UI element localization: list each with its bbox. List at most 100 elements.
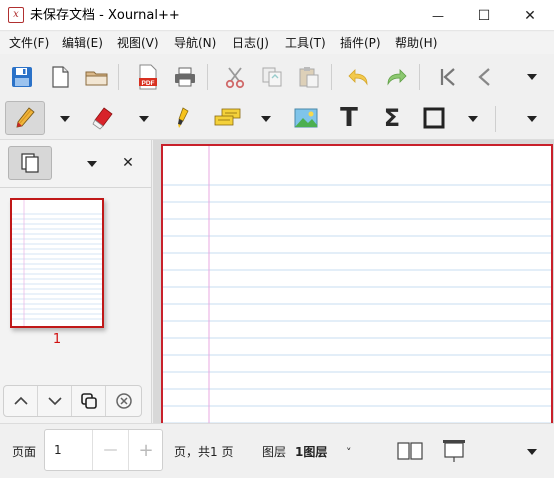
- first-page-icon: [440, 68, 455, 86]
- chevron-down-icon: [468, 116, 478, 122]
- delete-page-button[interactable]: [106, 386, 141, 416]
- presentation-mode-button[interactable]: [440, 436, 468, 466]
- cut-icon: [225, 67, 245, 89]
- close-icon: ✕: [524, 7, 536, 24]
- page-thumbnail-number: 1: [52, 332, 62, 347]
- page-label: 页面: [12, 445, 37, 459]
- new-document-icon: [52, 66, 69, 88]
- save-button[interactable]: [6, 61, 38, 93]
- pen-tool-button[interactable]: [5, 101, 45, 135]
- duplicate-icon: [80, 393, 97, 409]
- shape-tool-button[interactable]: [418, 102, 450, 134]
- document-page[interactable]: [161, 144, 553, 429]
- sidebar-header: ✕: [0, 140, 151, 188]
- main-toolbar: PDF: [0, 56, 554, 98]
- page-spinner: 1 — +: [44, 429, 163, 471]
- page-thumbnail[interactable]: [10, 198, 104, 328]
- move-page-up-button[interactable]: [4, 386, 38, 416]
- minimize-icon: —: [432, 8, 444, 23]
- chevron-down-icon: [47, 397, 62, 406]
- minus-icon: —: [103, 442, 118, 458]
- chevron-down-icon: [261, 116, 271, 122]
- maximize-icon: ☐: [477, 7, 491, 24]
- previous-page-icon: [478, 68, 490, 86]
- chevron-up-icon: [13, 396, 28, 405]
- math-tex-button[interactable]: Σ: [376, 102, 408, 134]
- export-pdf-icon: PDF: [139, 64, 157, 90]
- menu-help[interactable]: 帮助(H): [395, 32, 437, 54]
- statusbar-overflow-dropdown[interactable]: [524, 444, 540, 460]
- page-increment-button[interactable]: +: [128, 430, 163, 470]
- redo-icon: [387, 69, 407, 86]
- text-options-dropdown[interactable]: [258, 111, 274, 127]
- ruled-paper-lines: [163, 146, 551, 429]
- copy-button[interactable]: [256, 61, 288, 93]
- menu-plugins[interactable]: 插件(P): [340, 32, 381, 54]
- open-button[interactable]: [81, 61, 113, 93]
- paste-button[interactable]: [293, 61, 325, 93]
- sidebar-close-button[interactable]: ✕: [119, 154, 137, 172]
- page-number-input[interactable]: 1: [54, 443, 62, 457]
- paste-icon: [299, 67, 319, 88]
- document-canvas[interactable]: [153, 140, 554, 429]
- math-tex-icon: Σ: [383, 104, 401, 132]
- pen-icon: [16, 107, 35, 128]
- new-document-button[interactable]: [44, 61, 76, 93]
- cut-button[interactable]: [219, 61, 251, 93]
- chevron-down-icon: [139, 116, 149, 122]
- title-bar: x 未保存文档 - Xournal++ — ☐ ✕: [0, 0, 554, 31]
- pair-pages-button[interactable]: [396, 440, 424, 462]
- sidebar-page-controls: [3, 385, 142, 417]
- menu-file[interactable]: 文件(F): [9, 32, 49, 54]
- eraser-options-dropdown[interactable]: [136, 111, 152, 127]
- page-count-text: 页，共1 页: [174, 445, 234, 459]
- maximize-button[interactable]: ☐: [461, 0, 507, 31]
- close-button[interactable]: ✕: [507, 0, 553, 31]
- text-paste-icon: [214, 108, 241, 126]
- toolbar-separator: [331, 64, 332, 90]
- highlighter-icon: [178, 107, 189, 128]
- chevron-down-icon: [87, 161, 97, 167]
- menu-view[interactable]: 视图(V): [117, 32, 159, 54]
- redo-button[interactable]: [380, 61, 412, 93]
- image-tool-button[interactable]: [290, 102, 322, 134]
- pen-options-dropdown[interactable]: [57, 111, 73, 127]
- menu-navigation[interactable]: 导航(N): [174, 32, 216, 54]
- image-icon: [294, 108, 318, 128]
- paste-text-tool-button[interactable]: [211, 102, 243, 134]
- tools-toolbar: T Σ: [0, 98, 554, 140]
- pages-icon: [21, 153, 39, 173]
- page-decrement-button[interactable]: —: [92, 430, 128, 470]
- print-button[interactable]: [169, 61, 201, 93]
- move-page-down-button[interactable]: [38, 386, 72, 416]
- toolbar-separator: [495, 106, 496, 132]
- minimize-button[interactable]: —: [415, 0, 461, 31]
- sidebar-view-dropdown[interactable]: [84, 156, 100, 172]
- thumbnail-ruled-lines: [12, 200, 102, 326]
- open-folder-icon: [85, 71, 108, 86]
- export-pdf-button[interactable]: PDF: [132, 61, 164, 93]
- eraser-icon: [92, 107, 113, 130]
- first-page-button[interactable]: [432, 61, 464, 93]
- highlighter-tool-button[interactable]: [166, 102, 198, 134]
- page-preview-tab[interactable]: [8, 146, 52, 180]
- duplicate-page-button[interactable]: [72, 386, 106, 416]
- layer-label: 图层: [262, 445, 287, 459]
- previous-page-button[interactable]: [469, 61, 501, 93]
- pdf-label: PDF: [142, 80, 155, 87]
- menu-edit[interactable]: 编辑(E): [62, 32, 103, 54]
- menu-journal[interactable]: 日志(J): [232, 32, 269, 54]
- chevron-down-icon: [527, 74, 537, 80]
- two-page-layout-icon: [397, 442, 423, 460]
- menu-tools[interactable]: 工具(T): [285, 32, 326, 54]
- toolbar2-overflow-dropdown[interactable]: [524, 111, 540, 127]
- toolbar-overflow-dropdown[interactable]: [524, 69, 540, 85]
- layer-select-value[interactable]: 1图层: [295, 443, 327, 460]
- text-tool-button[interactable]: T: [333, 102, 365, 134]
- shape-options-dropdown[interactable]: [465, 111, 481, 127]
- print-icon: [175, 67, 195, 87]
- eraser-tool-button[interactable]: [87, 102, 119, 134]
- undo-button[interactable]: [343, 61, 375, 93]
- window-title: 未保存文档 - Xournal++: [30, 8, 180, 23]
- layer-dropdown-chevron[interactable]: ˅: [346, 446, 352, 459]
